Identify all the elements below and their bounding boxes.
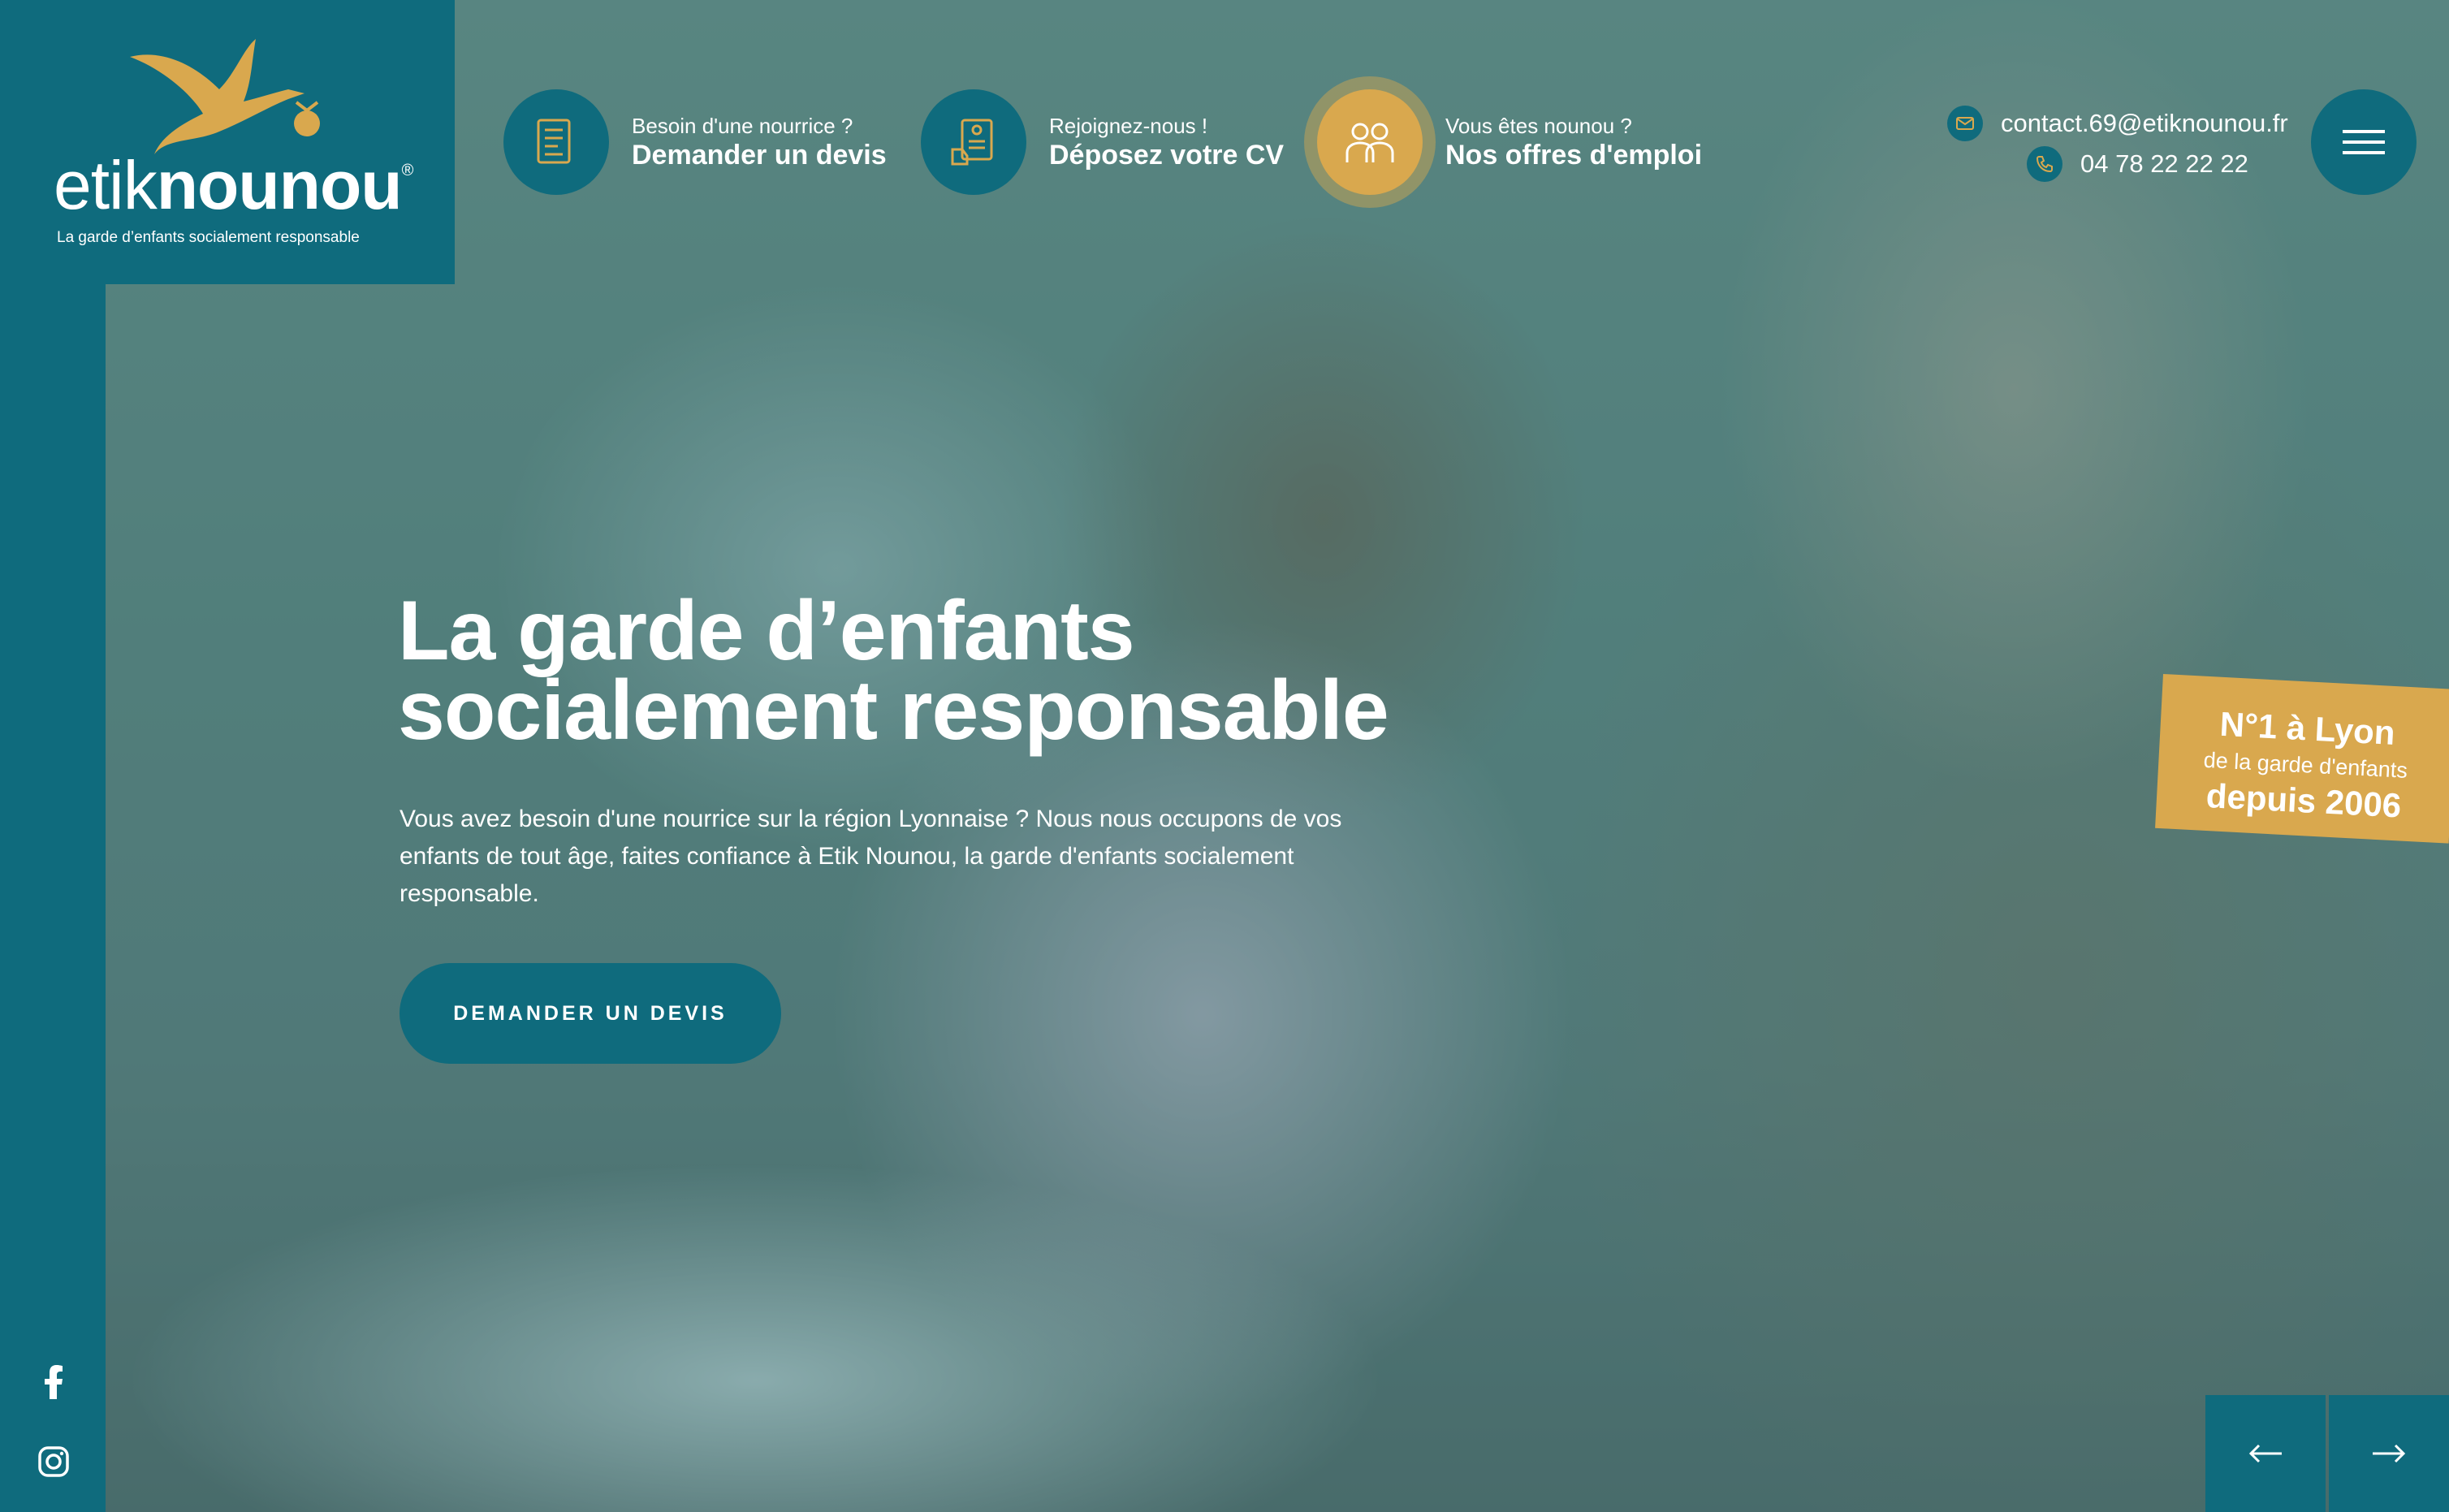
quote-icon-circle — [503, 89, 609, 195]
cv-icon-circle — [921, 89, 1026, 195]
header-action-cv[interactable]: Rejoignez-nous ! Déposez votre CV — [921, 89, 1284, 195]
arrow-left-icon — [2248, 1444, 2282, 1463]
menu-button[interactable] — [2311, 89, 2417, 195]
request-quote-button[interactable]: DEMANDER UN DEVIS — [400, 963, 781, 1064]
hamburger-menu-icon — [2343, 130, 2385, 154]
logo[interactable]: etiknounou® La garde d’enfants socialeme… — [0, 0, 455, 284]
header-action-quote[interactable]: Besoin d'une nourrice ? Demander un devi… — [503, 89, 887, 195]
contact-block: contact.69@etiknounou.fr 04 78 22 22 22 — [1947, 104, 2288, 184]
email-text: contact.69@etiknounou.fr — [2001, 109, 2288, 137]
cv-icon — [951, 119, 993, 166]
jobs-icon-circle — [1317, 89, 1423, 195]
jobs-small-text: Vous êtes nounou ? — [1445, 114, 1632, 138]
lyon-badge: N°1 à Lyon de la garde d'enfants depuis … — [2155, 674, 2449, 844]
header-action-jobs[interactable]: Vous êtes nounou ? Nos offres d'emploi — [1317, 89, 1702, 195]
people-icon — [1345, 123, 1394, 162]
stork-logo-icon — [130, 39, 320, 154]
phone-text: 04 78 22 22 22 — [2080, 149, 2248, 178]
logo-tagline: La garde d’enfants socialement responsab… — [57, 229, 360, 246]
slider-next-button[interactable] — [2329, 1395, 2449, 1512]
slider-prev-button[interactable] — [2205, 1395, 2326, 1512]
quote-big-text: Demander un devis — [632, 140, 887, 171]
hero-title-line2: socialement responsable — [398, 663, 1389, 758]
document-quote-icon — [537, 119, 571, 164]
instagram-icon[interactable] — [36, 1444, 71, 1480]
arrow-right-icon — [2373, 1444, 2406, 1463]
hero-intro: Vous avez besoin d'une nourrice sur la r… — [400, 806, 1342, 907]
hero-title-line1: La garde d’enfants — [398, 584, 1135, 678]
quote-small-text: Besoin d'une nourrice ? — [632, 114, 853, 138]
hero-title: La garde d’enfants socialement responsab… — [398, 584, 1389, 758]
phone-icon — [2027, 146, 2062, 182]
mail-icon — [1947, 106, 1983, 141]
jobs-big-text: Nos offres d'emploi — [1445, 140, 1703, 171]
logo-word-bold: nounou — [156, 147, 403, 223]
cv-small-text: Rejoignez-nous ! — [1049, 114, 1208, 138]
phone-link[interactable]: 04 78 22 22 22 — [2027, 145, 2288, 184]
registered-mark: ® — [401, 162, 414, 179]
logo-wordmark: etiknounou® — [54, 151, 414, 219]
email-link[interactable]: contact.69@etiknounou.fr — [1947, 104, 2288, 143]
facebook-icon[interactable] — [36, 1364, 71, 1400]
cv-big-text: Déposez votre CV — [1049, 140, 1285, 171]
logo-word-light: etik — [54, 147, 158, 223]
